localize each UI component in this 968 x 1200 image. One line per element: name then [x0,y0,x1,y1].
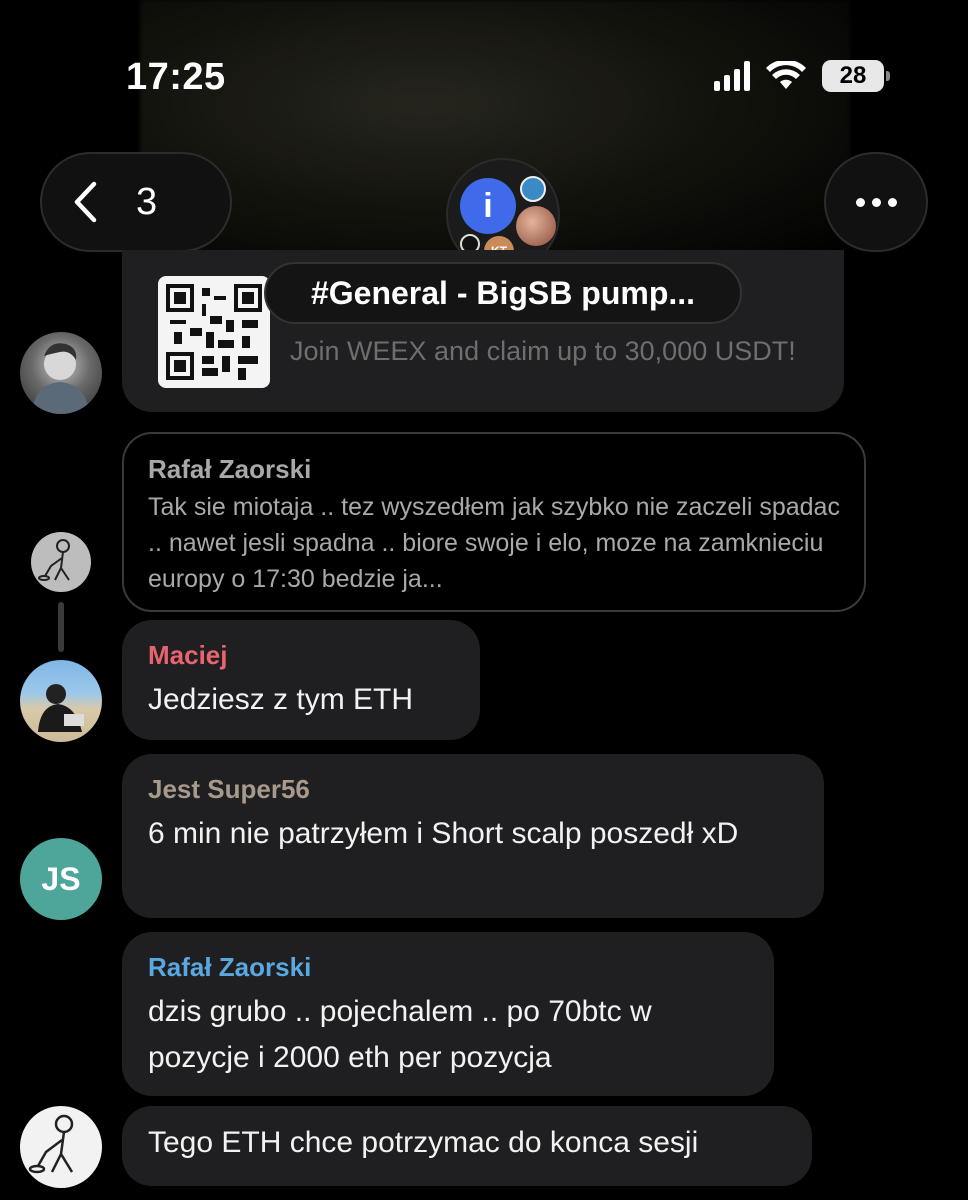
status-icons: 28 [714,60,890,92]
back-button[interactable]: 3 [40,152,232,252]
message-sender: Jest Super56 [148,774,310,804]
group-avatar-member [516,206,556,246]
message-text: dzis grubo .. pojechalem .. po 70btc w p… [148,995,652,1074]
avatar[interactable] [20,1106,102,1188]
message-bubble[interactable]: Tego ETH chce potrzymac do konca sesji [122,1106,812,1186]
metal-detector-person-icon [28,1114,74,1174]
message-bubble[interactable]: Jest Super56 6 min nie patrzyłem i Short… [122,754,824,918]
thread-connector [58,602,64,652]
avatar[interactable] [20,660,102,742]
user-photo-icon [38,684,84,732]
avatar[interactable] [31,532,91,592]
metal-detector-person-icon [38,539,70,581]
message-text: 6 min nie patrzyłem i Short scalp poszed… [148,817,739,850]
battery-level: 28 [839,62,867,89]
avatar-initials[interactable]: JS [20,838,102,920]
battery-icon: 28 [822,60,890,92]
replied-message[interactable]: Rafał Zaorski Tak sie miotaja .. tez wys… [122,432,866,612]
group-avatar-member [520,176,546,202]
qr-code-image [158,276,270,388]
avatar[interactable] [20,332,102,414]
ellipsis-icon [855,197,865,207]
reply-text: Tak sie miotaja .. tez wyszedłem jak szy… [148,493,840,593]
more-options-button[interactable] [824,152,928,252]
message-bubble[interactable]: Maciej Jedziesz z tym ETH [122,620,480,740]
message-text: Jedziesz z tym ETH [148,683,414,716]
avatar-initials-text: JS [41,860,81,897]
cellular-signal-icon [714,61,750,91]
user-photo-icon [32,343,90,414]
group-avatar-main: i [460,178,516,234]
wifi-icon [766,61,806,89]
message-sender: Rafał Zaorski [148,952,312,982]
message-bubble[interactable]: Rafał Zaorski dzis grubo .. pojechalem .… [122,932,774,1096]
message-sender: Maciej [148,640,228,670]
status-time: 17:25 [126,56,226,98]
promo-text: Join WEEX and claim up to 30,000 USDT! [290,336,796,366]
reply-sender: Rafał Zaorski [148,454,312,484]
chevron-left-icon [74,181,97,223]
unread-count: 3 [136,180,158,223]
message-text: Tego ETH chce potrzymac do konca sesji [148,1126,699,1159]
chat-title[interactable]: #General - BigSB pump... [264,262,742,324]
qr-code-icon [166,284,262,380]
